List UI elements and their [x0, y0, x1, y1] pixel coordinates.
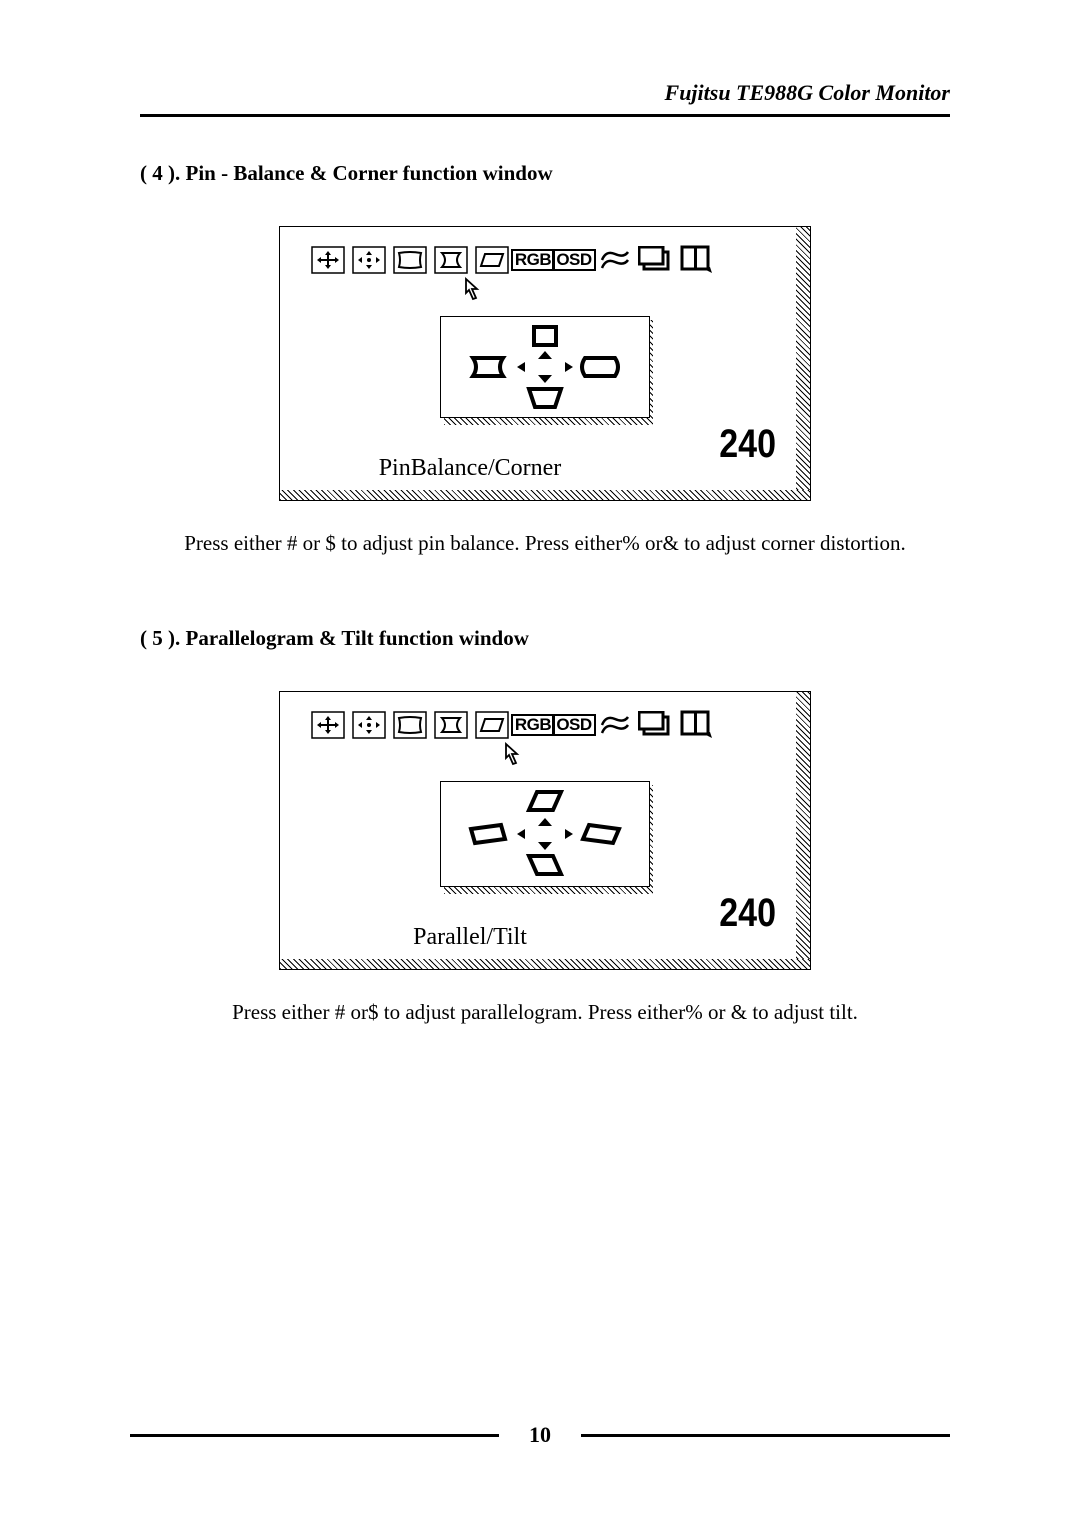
- osd-icon-row: RGB OSD: [280, 227, 810, 279]
- dpad-center-icon: [531, 349, 559, 385]
- osd-window-parallel: RGB OSD 240 Parall: [279, 691, 811, 970]
- right-shape-icon: [579, 352, 623, 382]
- pinbalance-icon: [433, 710, 469, 740]
- pincushion-icon: [392, 245, 428, 275]
- degauss-icon: [597, 710, 633, 740]
- exit-icon: [679, 245, 715, 275]
- selection-pointer: [280, 277, 810, 308]
- selection-pointer: [280, 742, 810, 773]
- size-icon: [351, 710, 387, 740]
- page-number: 10: [529, 1422, 551, 1448]
- rgb-icon: RGB: [515, 245, 551, 275]
- left-shape-icon: [467, 819, 511, 849]
- position-icon: [310, 710, 346, 740]
- osd-window-pinbalance: RGB OSD 240 PinBal: [279, 226, 811, 501]
- footer-rule-right: [581, 1434, 950, 1437]
- pincushion-icon: [392, 710, 428, 740]
- osd-value-5: 240: [360, 891, 811, 936]
- top-shape-icon: [528, 323, 562, 349]
- shadow-bottom: [280, 959, 810, 969]
- arrow-left-icon: [515, 361, 527, 373]
- arrow-left-icon: [515, 828, 527, 840]
- arrow-right-icon: [563, 361, 575, 373]
- parallel-icon: [474, 710, 510, 740]
- pinbalance-icon: [433, 245, 469, 275]
- recall-icon: [638, 245, 674, 275]
- dpad-control-pinbalance: [440, 316, 650, 418]
- section-5-title: ( 5 ). Parallelogram & Tilt function win…: [140, 626, 950, 651]
- page-header: Fujitsu TE988G Color Monitor: [140, 80, 950, 117]
- parallel-icon: [474, 245, 510, 275]
- bottom-shape-icon: [525, 852, 565, 880]
- section-4-instruction: Press either # or $ to adjust pin balanc…: [140, 531, 950, 556]
- position-icon: [310, 245, 346, 275]
- bottom-shape-icon: [525, 385, 565, 411]
- rgb-icon: RGB: [515, 710, 551, 740]
- osd-icon: OSD: [556, 245, 592, 275]
- top-shape-icon: [525, 788, 565, 816]
- osd-icon: OSD: [556, 710, 592, 740]
- left-shape-icon: [467, 352, 511, 382]
- degauss-icon: [597, 245, 633, 275]
- arrow-right-icon: [563, 828, 575, 840]
- exit-icon: [679, 710, 715, 740]
- dpad-control-parallel: [440, 781, 650, 887]
- shadow-bottom: [280, 490, 810, 500]
- size-icon: [351, 245, 387, 275]
- page-footer: 10: [130, 1422, 950, 1448]
- recall-icon: [638, 710, 674, 740]
- dpad-center-icon: [531, 816, 559, 852]
- osd-icon-row: RGB OSD: [280, 692, 810, 744]
- section-4-title: ( 4 ). Pin - Balance & Corner function w…: [140, 161, 950, 186]
- right-shape-icon: [579, 819, 623, 849]
- osd-value-4: 240: [360, 422, 811, 467]
- section-5-instruction: Press either # or$ to adjust parallelogr…: [140, 1000, 950, 1025]
- footer-rule-left: [130, 1434, 499, 1437]
